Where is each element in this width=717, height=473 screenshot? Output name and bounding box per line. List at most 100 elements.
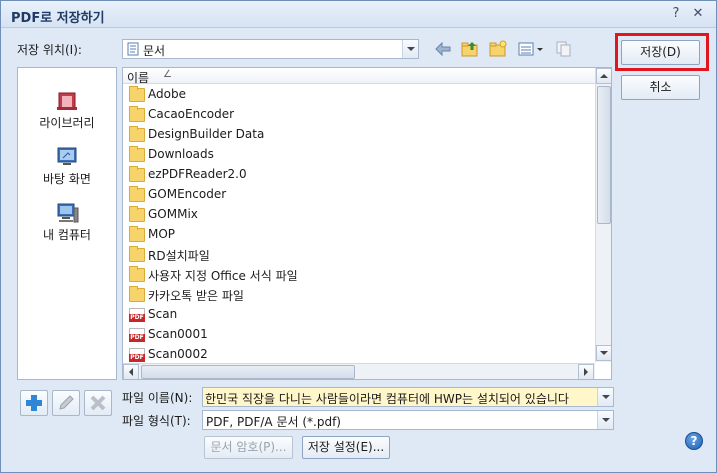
- plus-icon: [26, 395, 42, 411]
- folder-icon: [129, 206, 145, 222]
- list-item[interactable]: 카카오톡 받은 파일: [127, 285, 593, 305]
- chevron-down-icon[interactable]: [597, 388, 613, 406]
- list-item[interactable]: Scan0002: [127, 345, 593, 365]
- save-settings-button[interactable]: 저장 설정(E)...: [302, 436, 390, 459]
- computer-icon: [57, 203, 79, 223]
- new-folder-icon[interactable]: [488, 39, 508, 59]
- place-desktop[interactable]: 바탕 화면: [18, 146, 116, 192]
- list-item-name: GOMEncoder: [148, 187, 227, 201]
- folder-icon: [129, 166, 145, 182]
- list-item-name: Scan0002: [148, 347, 208, 361]
- list-item[interactable]: MOP: [127, 225, 593, 245]
- place-computer[interactable]: 내 컴퓨터: [18, 202, 116, 248]
- horizontal-scrollbar[interactable]: [123, 363, 595, 379]
- filetype-label: 파일 형식(T):: [122, 414, 191, 428]
- filename-combo[interactable]: 한민국 직장을 다니는 사람들이라면 컴퓨터에 HWP는 설치되어 있습니다: [202, 387, 614, 407]
- scroll-left-button[interactable]: [123, 364, 139, 379]
- folder-icon: [129, 246, 145, 262]
- chevron-down-icon: [600, 351, 608, 355]
- pencil-icon: [59, 395, 74, 410]
- filename-value[interactable]: 한민국 직장을 다니는 사람들이라면 컴퓨터에 HWP는 설치되어 있습니다: [205, 390, 595, 407]
- location-label: 저장 위치(I):: [17, 43, 82, 57]
- back-arrow-icon[interactable]: [433, 39, 453, 59]
- location-combo[interactable]: 문서: [122, 39, 419, 59]
- list-item[interactable]: RD설치파일: [127, 245, 593, 265]
- pdf-file-icon: [129, 348, 145, 362]
- list-item-name: 사용자 지정 Office 서식 파일: [148, 269, 298, 283]
- place-library[interactable]: 라이브러리: [18, 90, 116, 136]
- list-item-name: Downloads: [148, 147, 214, 161]
- list-item-name: RD설치파일: [148, 249, 210, 263]
- help-title-button[interactable]: ?: [667, 5, 685, 23]
- scroll-right-button[interactable]: [578, 364, 594, 379]
- folder-icon: [129, 266, 145, 282]
- horizontal-scroll-thumb[interactable]: [141, 365, 355, 379]
- pdf-file-icon: [129, 328, 145, 342]
- folder-icon: [129, 106, 145, 122]
- vertical-scroll-thumb[interactable]: [597, 86, 611, 224]
- places-bar: 라이브러리 바탕 화면 내 컴퓨터: [17, 67, 117, 380]
- title-bar: PDF로 저장하기 ? ✕: [1, 1, 716, 28]
- document-password-button[interactable]: 문서 암호(P)...: [204, 436, 293, 459]
- chevron-down-icon[interactable]: [597, 411, 613, 429]
- add-place-button[interactable]: [20, 390, 48, 416]
- help-icon[interactable]: ?: [685, 432, 703, 450]
- list-item[interactable]: CacaoEncoder: [127, 105, 593, 125]
- list-item-name: MOP: [148, 227, 176, 241]
- list-item[interactable]: Downloads: [127, 145, 593, 165]
- list-item[interactable]: Scan0001: [127, 325, 593, 345]
- list-item-name: GOMMix: [148, 207, 198, 221]
- delete-place-button[interactable]: [84, 390, 112, 416]
- column-header-name[interactable]: 이름 ∠: [123, 68, 595, 85]
- cancel-button[interactable]: 취소: [621, 75, 700, 100]
- list-item-name: Scan0001: [148, 327, 208, 341]
- file-list[interactable]: 이름 ∠ Adobe CacaoEncoder DesignBuilder Data…: [122, 67, 612, 380]
- list-item-name: ezPDFReader2.0: [148, 167, 247, 181]
- location-value: 문서: [143, 44, 166, 58]
- list-item[interactable]: DesignBuilder Data: [127, 125, 593, 145]
- chevron-right-icon: [584, 368, 588, 376]
- pdf-file-icon: [129, 308, 145, 322]
- list-item[interactable]: Adobe: [127, 85, 593, 105]
- folder-icon: [129, 286, 145, 302]
- folder-icon: [129, 226, 145, 242]
- chevron-left-icon: [129, 368, 133, 376]
- delete-x-icon: [90, 395, 106, 411]
- list-item[interactable]: Scan: [127, 305, 593, 325]
- sort-indicator: ∠: [163, 69, 172, 80]
- view-menu-icon[interactable]: [517, 39, 545, 59]
- folder-icon: [129, 86, 145, 102]
- place-label: 내 컴퓨터: [43, 228, 91, 242]
- place-label: 라이브러리: [39, 116, 95, 130]
- list-item[interactable]: ezPDFReader2.0: [127, 165, 593, 185]
- folder-icon: [129, 126, 145, 142]
- list-item-name: DesignBuilder Data: [148, 127, 265, 141]
- scroll-up-button[interactable]: [596, 68, 611, 84]
- close-button[interactable]: ✕: [689, 5, 707, 23]
- edit-place-button[interactable]: [52, 390, 80, 416]
- scroll-down-button[interactable]: [596, 345, 611, 361]
- vertical-scrollbar[interactable]: [595, 68, 611, 362]
- dialog-title: PDF로 저장하기: [11, 11, 105, 26]
- save-button[interactable]: 저장(D): [621, 40, 700, 65]
- copy-icon[interactable]: [554, 39, 574, 59]
- place-label: 바탕 화면: [43, 172, 91, 186]
- filetype-combo[interactable]: PDF, PDF/A 문서 (*.pdf): [202, 410, 614, 430]
- up-folder-icon[interactable]: [460, 39, 480, 59]
- library-icon: [57, 92, 77, 110]
- save-pdf-dialog: PDF로 저장하기 ? ✕ 저장 위치(I): 문서 라이브러리 바탕 화면 내…: [0, 0, 717, 473]
- list-item[interactable]: 사용자 지정 Office 서식 파일: [127, 265, 593, 285]
- folder-icon: [129, 146, 145, 162]
- chevron-down-icon[interactable]: [402, 40, 418, 58]
- list-item-name: Scan: [148, 307, 178, 321]
- filetype-value: PDF, PDF/A 문서 (*.pdf): [206, 415, 341, 429]
- chevron-up-icon: [600, 74, 608, 78]
- list-item-name: CacaoEncoder: [148, 107, 235, 121]
- list-item[interactable]: GOMEncoder: [127, 185, 593, 205]
- list-item-name: 카카오톡 받은 파일: [148, 289, 244, 303]
- folder-icon: [129, 186, 145, 202]
- documents-icon: [127, 42, 139, 56]
- filename-label: 파일 이름(N):: [122, 391, 193, 405]
- list-item-name: Adobe: [148, 87, 186, 101]
- list-item[interactable]: GOMMix: [127, 205, 593, 225]
